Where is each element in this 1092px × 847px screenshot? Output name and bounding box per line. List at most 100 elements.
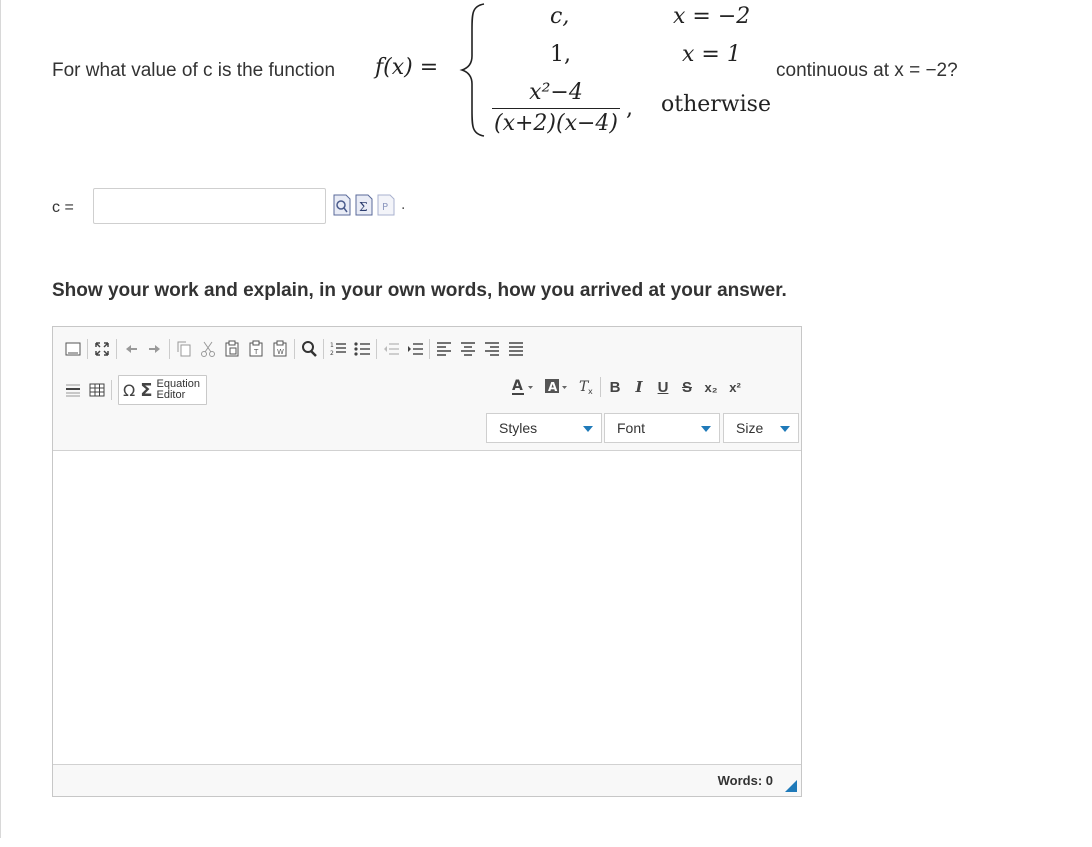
answer-input[interactable] bbox=[93, 188, 326, 224]
toolbar-separator bbox=[87, 339, 88, 359]
answer-label: c = bbox=[52, 199, 74, 216]
font-dropdown-label: Font bbox=[617, 420, 646, 436]
underline-button[interactable]: U bbox=[651, 375, 675, 399]
case-1-condition-text: x = −2 bbox=[673, 4, 751, 29]
outdent-icon[interactable] bbox=[379, 337, 403, 361]
svg-text:P: P bbox=[382, 202, 388, 213]
styles-dropdown-arrow-icon bbox=[583, 426, 593, 432]
svg-text:T: T bbox=[253, 348, 259, 356]
toolbar-separator bbox=[600, 377, 601, 397]
work-prompt: Show your work and explain, in your own … bbox=[52, 280, 787, 301]
toolbar-separator bbox=[429, 339, 430, 359]
editor-toolbar: T W 12 Ω Σ Equation Editor A A T x B I U… bbox=[53, 327, 801, 451]
bold-button[interactable]: B bbox=[603, 375, 627, 399]
align-center-icon[interactable] bbox=[456, 337, 480, 361]
case-2-value: 1, bbox=[550, 42, 571, 67]
horizontal-rule-icon[interactable] bbox=[61, 378, 85, 402]
italic-button[interactable]: I bbox=[627, 375, 651, 399]
rich-text-editor: T W 12 Ω Σ Equation Editor A A T x B I U… bbox=[52, 326, 802, 797]
font-dropdown-arrow-icon bbox=[701, 426, 711, 432]
find-icon[interactable] bbox=[297, 337, 321, 361]
word-count: Words: 0 bbox=[717, 773, 773, 788]
case-3-comma-text: , bbox=[626, 96, 633, 121]
svg-text:1: 1 bbox=[330, 342, 334, 349]
remove-format-icon[interactable]: Tx bbox=[574, 375, 598, 399]
equation-editor-label: Equation Editor bbox=[157, 379, 200, 401]
answer-trailing: . bbox=[401, 196, 406, 213]
piecewise-brace-icon bbox=[459, 3, 485, 137]
bulleted-list-icon[interactable] bbox=[350, 337, 374, 361]
fraction-denominator: (x+2)(x−4) bbox=[493, 111, 618, 136]
toolbar-row-2: Ω Σ Equation Editor bbox=[61, 375, 207, 405]
size-dropdown-label: Size bbox=[736, 420, 764, 436]
preview-icon[interactable] bbox=[332, 193, 352, 217]
case-2-value-text: 1, bbox=[550, 42, 571, 67]
sigma-icon: Σ bbox=[140, 379, 153, 401]
case-3-fraction: x²−4 (x+2)(x−4) bbox=[486, 80, 626, 137]
omega-icon: Ω bbox=[123, 380, 136, 400]
toolbar-separator bbox=[376, 339, 377, 359]
toolbar-row-1: T W 12 bbox=[61, 337, 528, 361]
table-icon[interactable] bbox=[85, 378, 109, 402]
paste-text-icon[interactable]: T bbox=[244, 337, 268, 361]
page-left-border bbox=[0, 0, 1, 838]
maximize-icon[interactable] bbox=[90, 337, 114, 361]
question-prefix-text: For what value of c is the function bbox=[52, 60, 336, 81]
question-prefix: For what value of c is the function bbox=[52, 60, 335, 82]
case-3-condition-text: otherwise bbox=[661, 92, 771, 117]
superscript-button[interactable]: x² bbox=[723, 375, 747, 399]
svg-text:Σ: Σ bbox=[359, 200, 367, 214]
svg-text:A: A bbox=[548, 380, 558, 394]
fraction-bar bbox=[492, 108, 620, 109]
toolbar-separator bbox=[111, 380, 112, 400]
editor-content-area[interactable] bbox=[53, 451, 801, 766]
toolbar-separator bbox=[323, 339, 324, 359]
toolbar-separator bbox=[169, 339, 170, 359]
copy-icon[interactable] bbox=[172, 337, 196, 361]
strikethrough-button[interactable]: S bbox=[675, 375, 699, 399]
equation-editor-button[interactable]: Ω Σ Equation Editor bbox=[118, 375, 207, 405]
cut-icon[interactable] bbox=[196, 337, 220, 361]
case-3-condition: otherwise bbox=[661, 92, 771, 117]
svg-text:W: W bbox=[277, 348, 284, 356]
background-color-button[interactable]: A bbox=[540, 375, 574, 399]
styles-dropdown[interactable]: Styles bbox=[486, 413, 602, 443]
paste-template-icon[interactable]: P bbox=[376, 193, 396, 217]
case-1-value: c, bbox=[550, 4, 569, 29]
redo-icon[interactable] bbox=[143, 337, 167, 361]
case-2-condition-text: x = 1 bbox=[682, 42, 741, 67]
function-label-text: f(x) = bbox=[375, 55, 439, 80]
toolbar-separator bbox=[294, 339, 295, 359]
svg-text:x: x bbox=[588, 387, 593, 396]
svg-text:2: 2 bbox=[330, 350, 334, 357]
paste-word-icon[interactable]: W bbox=[268, 337, 292, 361]
text-color-button[interactable]: A bbox=[506, 375, 540, 399]
toolbar-format-row: A A Tx B I U S x₂ x² bbox=[506, 375, 747, 399]
question-suffix: continuous at x = −2? bbox=[776, 60, 958, 82]
answer-tools: Σ P . bbox=[332, 193, 405, 217]
numbered-list-icon[interactable]: 12 bbox=[326, 337, 350, 361]
function-label: f(x) = bbox=[375, 55, 438, 80]
align-left-icon[interactable] bbox=[432, 337, 456, 361]
case-1-value-text: c, bbox=[550, 4, 570, 29]
font-dropdown[interactable]: Font bbox=[604, 413, 720, 443]
toolbar-separator bbox=[116, 339, 117, 359]
paste-icon[interactable] bbox=[220, 337, 244, 361]
undo-icon[interactable] bbox=[119, 337, 143, 361]
source-icon[interactable] bbox=[61, 337, 85, 361]
align-justify-icon[interactable] bbox=[504, 337, 528, 361]
case-3-comma: , bbox=[626, 96, 633, 121]
case-1-condition: x = −2 bbox=[673, 4, 750, 29]
sigma-template-icon[interactable]: Σ bbox=[354, 193, 374, 217]
equation-editor-line2: Editor bbox=[156, 389, 186, 401]
styles-dropdown-label: Styles bbox=[499, 420, 538, 436]
case-2-condition: x = 1 bbox=[682, 42, 741, 67]
size-dropdown[interactable]: Size bbox=[723, 413, 799, 443]
svg-text:A: A bbox=[512, 378, 523, 394]
align-right-icon[interactable] bbox=[480, 337, 504, 361]
subscript-button[interactable]: x₂ bbox=[699, 375, 723, 399]
indent-icon[interactable] bbox=[403, 337, 427, 361]
question-suffix-text: continuous at x = −2? bbox=[776, 60, 958, 81]
resize-handle-icon[interactable] bbox=[785, 780, 797, 792]
size-dropdown-arrow-icon bbox=[780, 426, 790, 432]
